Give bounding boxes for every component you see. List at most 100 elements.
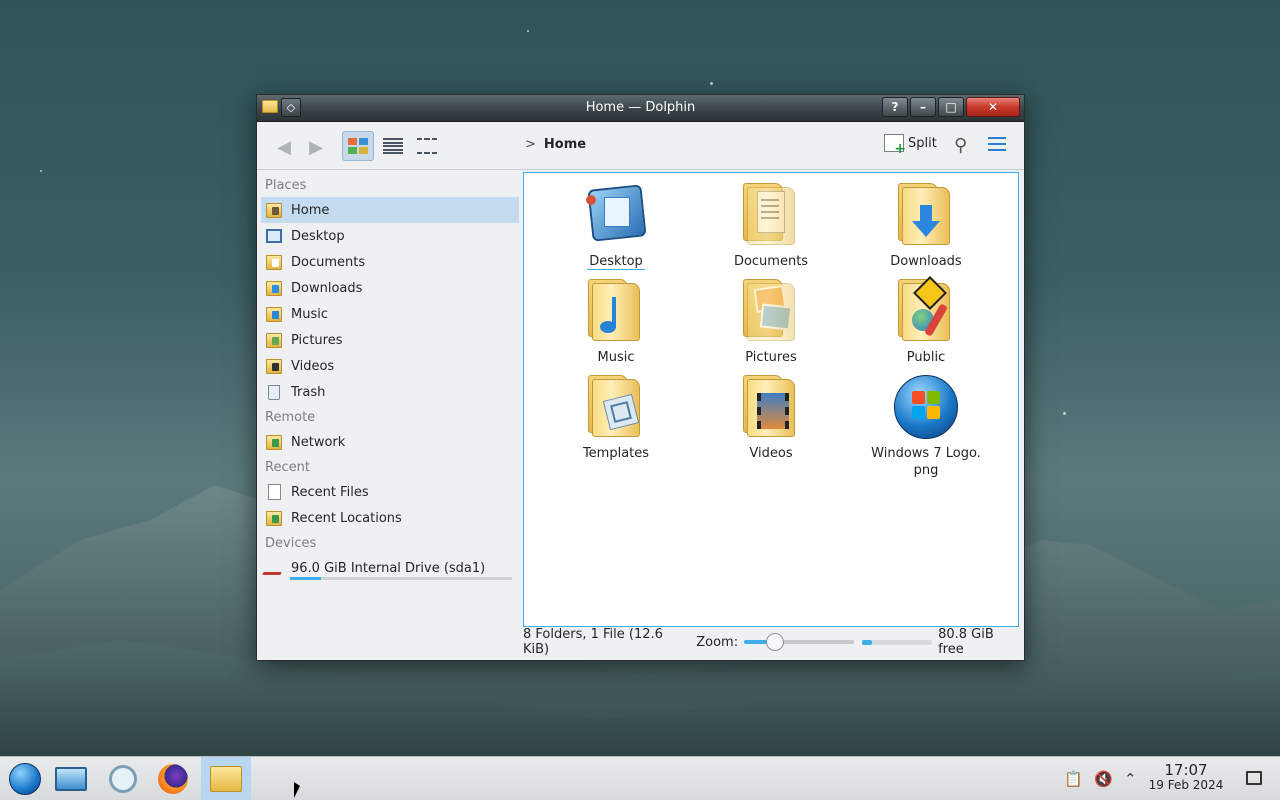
breadcrumb-home[interactable]: Home <box>544 137 586 152</box>
dolphin-window: ◇ Home — Dolphin ? – □ ✕ ◀ ▶ > Home Spli… <box>256 94 1025 661</box>
file-item-music[interactable]: Music <box>546 279 686 366</box>
split-icon <box>884 134 906 157</box>
place-label: Pictures <box>291 332 343 348</box>
documents-folder-icon <box>265 253 283 271</box>
devices-group-title: Devices <box>265 536 317 551</box>
file-view[interactable]: Desktop Documents Downloads Music Pictur… <box>523 172 1019 627</box>
clock[interactable]: 17:07 19 Feb 2024 <box>1140 763 1232 793</box>
file-item-templates[interactable]: Templates <box>546 375 686 462</box>
file-name-extension: png <box>913 463 939 478</box>
file-item-pictures[interactable]: Pictures <box>701 279 841 366</box>
free-space-label: 80.8 GiB free <box>938 627 994 657</box>
desktop-icon <box>584 183 648 247</box>
details-view-button[interactable] <box>377 131 409 161</box>
close-button[interactable]: ✕ <box>966 97 1020 117</box>
place-recent-locations[interactable]: Recent Locations <box>261 505 519 531</box>
place-home[interactable]: Home <box>261 197 519 223</box>
place-music[interactable]: Music <box>261 301 519 327</box>
muted-volume-icon[interactable]: 🔇 <box>1094 770 1113 788</box>
recent-group-title: Recent <box>265 460 310 475</box>
windows-logo-icon <box>894 375 958 439</box>
pictures-folder-icon <box>265 331 283 349</box>
taskbar-firefox[interactable] <box>148 757 198 800</box>
clipboard-icon[interactable]: 📋 <box>1064 770 1083 788</box>
star <box>527 30 529 32</box>
place-network[interactable]: Network <box>261 429 519 455</box>
recent-locations-icon <box>265 509 283 527</box>
music-folder-icon <box>584 279 648 343</box>
split-label: Split <box>908 135 937 151</box>
place-label: Recent Files <box>291 484 369 500</box>
home-folder-icon <box>265 201 283 219</box>
place-desktop[interactable]: Desktop <box>261 223 519 249</box>
folder-summary: 8 Folders, 1 File (12.6 KiB) <box>523 627 663 657</box>
place-downloads[interactable]: Downloads <box>261 275 519 301</box>
file-name: Downloads <box>890 254 962 269</box>
zoom-slider-handle[interactable] <box>765 633 784 651</box>
place-videos[interactable]: Videos <box>261 353 519 379</box>
place-recent-files[interactable]: Recent Files <box>261 479 519 505</box>
icons-view-button[interactable] <box>342 131 374 161</box>
star <box>1063 412 1066 415</box>
title-bar[interactable]: ◇ Home — Dolphin ? – □ ✕ <box>257 95 1024 122</box>
videos-folder-icon <box>739 375 803 439</box>
file-item-documents[interactable]: Documents <box>701 183 841 270</box>
file-name: Desktop <box>587 254 645 270</box>
templates-folder-icon <box>584 375 648 439</box>
file-name: Templates <box>582 446 650 461</box>
remote-group-title: Remote <box>265 410 316 425</box>
file-item-windows-7-logo[interactable]: Windows 7 Logo. png <box>856 375 996 479</box>
file-name: Documents <box>733 254 809 269</box>
maximize-button[interactable]: □ <box>938 97 964 117</box>
discover-icon <box>109 765 137 793</box>
free-space-bar <box>861 639 933 645</box>
back-arrow-icon[interactable]: ◀ <box>273 136 295 158</box>
file-name: Videos <box>749 446 793 461</box>
compact-view-button[interactable] <box>411 131 443 161</box>
file-item-desktop[interactable]: Desktop <box>546 183 686 270</box>
network-folder-icon <box>265 433 283 451</box>
zoom-label: Zoom: <box>696 634 739 650</box>
system-settings-icon <box>55 767 87 791</box>
hamburger-menu-icon[interactable] <box>988 137 1006 151</box>
taskbar-system-settings[interactable] <box>46 757 96 800</box>
file-name: Public <box>906 350 946 365</box>
places-panel: Places Home Desktop Documents Downloads … <box>261 173 519 623</box>
taskbar-discover[interactable] <box>98 757 148 800</box>
taskbar: 📋 🔇 ⌃ 17:07 19 Feb 2024 <box>0 756 1280 800</box>
documents-folder-icon <box>739 183 803 247</box>
details-view-icon <box>383 138 403 154</box>
place-pictures[interactable]: Pictures <box>261 327 519 353</box>
zoom-slider[interactable] <box>744 633 854 651</box>
public-folder-icon <box>894 276 958 343</box>
place-label: Recent Locations <box>291 510 402 526</box>
places-group-title: Places <box>265 178 307 193</box>
star <box>40 170 42 172</box>
place-label: Downloads <box>291 280 363 296</box>
minimize-button[interactable]: – <box>910 97 936 117</box>
forward-arrow-icon[interactable]: ▶ <box>305 136 327 158</box>
file-item-public[interactable]: Public <box>856 276 996 366</box>
toolbar: ◀ ▶ > Home Split ⚲ <box>257 122 1024 170</box>
status-bar: 8 Folders, 1 File (12.6 KiB) Zoom: 80.8 … <box>523 627 1019 657</box>
recent-files-icon <box>265 483 283 501</box>
taskbar-dolphin[interactable] <box>201 757 251 800</box>
breadcrumb[interactable]: > Home <box>525 137 586 152</box>
place-label: Network <box>291 434 346 450</box>
file-item-downloads[interactable]: Downloads <box>856 183 996 270</box>
file-item-videos[interactable]: Videos <box>701 375 841 462</box>
show-desktop-icon[interactable] <box>1246 771 1262 785</box>
place-trash[interactable]: Trash <box>261 379 519 405</box>
tray-expand-icon[interactable]: ⌃ <box>1124 770 1137 788</box>
dolphin-icon <box>210 766 242 792</box>
place-documents[interactable]: Documents <box>261 249 519 275</box>
place-label: Videos <box>291 358 335 374</box>
split-button[interactable]: Split <box>884 134 937 157</box>
downloads-folder-icon <box>265 279 283 297</box>
place-label: Trash <box>291 384 326 400</box>
compact-view-icon <box>417 138 437 154</box>
help-button[interactable]: ? <box>882 97 908 117</box>
place-label: Home <box>291 202 330 218</box>
search-icon[interactable]: ⚲ <box>954 135 967 156</box>
start-button[interactable] <box>0 757 50 800</box>
